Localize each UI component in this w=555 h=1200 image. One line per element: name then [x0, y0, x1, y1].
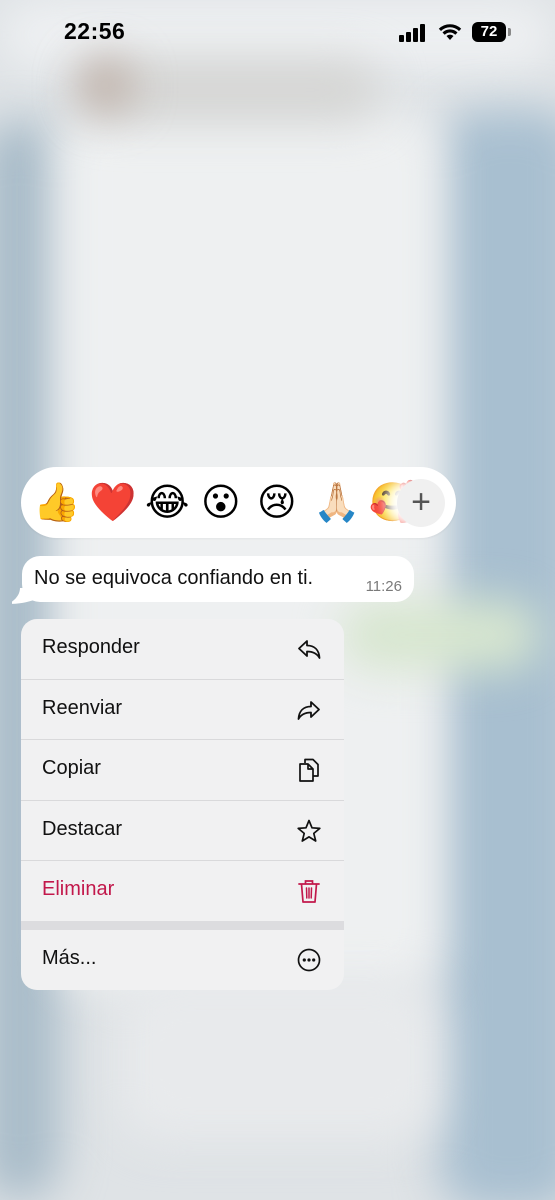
message-text: No se equivoca confiando en ti. — [34, 567, 314, 589]
reaction-praying-hands[interactable]: 🙏🏻 — [313, 479, 360, 525]
status-time: 22:56 — [64, 18, 126, 44]
forward-icon — [297, 701, 320, 720]
menu-item-label: Reenviar — [42, 697, 123, 719]
status-bar: 22:56 72 — [0, 0, 555, 66]
message-timestamp: 11:26 — [365, 578, 402, 595]
menu-section-divider — [21, 921, 344, 930]
battery-indicator: 72 — [472, 22, 506, 42]
message-bubble[interactable]: No se equivoca confiando en ti. 11:26 — [22, 556, 414, 602]
reaction-surprised[interactable]: 😮 — [201, 479, 241, 525]
menu-item-responder[interactable]: Responder — [21, 619, 344, 679]
menu-item-mas[interactable]: Más... — [21, 930, 344, 990]
more-icon — [297, 948, 321, 972]
reaction-crying[interactable]: 😢 — [257, 479, 297, 525]
message-context-menu: Responder Reenviar Copiar Destacar Elimi… — [21, 619, 344, 990]
reaction-bar: 👍 ❤️ 😂 😮 😢 🙏🏻 🥰 + — [21, 467, 456, 538]
reaction-laughing[interactable]: 😂 — [145, 479, 189, 525]
menu-item-label: Responder — [42, 636, 140, 658]
menu-item-label: Destacar — [42, 818, 123, 840]
star-icon — [297, 819, 321, 842]
menu-item-destacar[interactable]: Destacar — [21, 801, 344, 861]
trash-icon — [298, 880, 320, 903]
reply-icon — [298, 640, 321, 659]
menu-item-label: Eliminar — [42, 878, 115, 900]
menu-item-eliminar[interactable]: Eliminar — [21, 861, 344, 921]
menu-item-reenviar[interactable]: Reenviar — [21, 680, 344, 740]
menu-item-label: Copiar — [42, 757, 101, 779]
reaction-heart[interactable]: ❤️ — [89, 479, 136, 525]
wifi-icon — [438, 24, 462, 40]
cellular-signal-icon — [399, 24, 427, 42]
battery-cap — [508, 28, 511, 36]
reaction-thumbs-up[interactable]: 👍 — [33, 479, 80, 525]
menu-item-label: Más... — [42, 947, 97, 969]
copy-icon — [299, 758, 319, 782]
add-reaction-button[interactable]: + — [397, 479, 445, 527]
menu-item-copiar[interactable]: Copiar — [21, 740, 344, 800]
